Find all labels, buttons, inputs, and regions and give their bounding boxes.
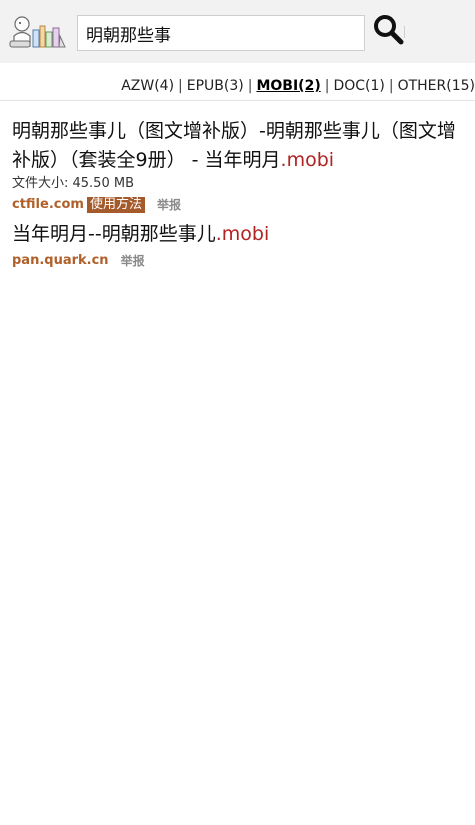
result-title-link[interactable]: 当年明月--明朝那些事儿.mobi	[12, 220, 462, 249]
result-title: 当年明月--明朝那些事儿	[12, 223, 216, 245]
result-meta: pan.quark.cn 举报	[12, 252, 462, 270]
usage-button[interactable]: 使用方法	[86, 197, 145, 213]
result-item: 当年明月--明朝那些事儿.mobi pan.quark.cn 举报	[12, 220, 462, 270]
report-link[interactable]: 举报	[121, 252, 145, 270]
result-item: 明朝那些事儿（图文增补版）-明朝那些事儿（图文增补版）（套装全9册） - 当年明…	[12, 117, 462, 214]
filter-separator: |	[247, 78, 253, 94]
report-link[interactable]: 举报	[157, 196, 181, 214]
result-meta: ctfile.com 使用方法 举报	[12, 196, 462, 214]
header-bar	[0, 0, 475, 63]
filter-separator: |	[324, 78, 330, 94]
result-extension: .mobi	[280, 149, 335, 171]
filter-other[interactable]: OTHER(15)	[398, 78, 475, 94]
filter-separator: |	[388, 78, 394, 94]
filter-mobi[interactable]: MOBI(2)	[256, 78, 320, 94]
results-list: 明朝那些事儿（图文增补版）-明朝那些事儿（图文增补版）（套装全9册） - 当年明…	[12, 117, 462, 270]
filter-separator: |	[178, 78, 183, 94]
result-extension: .mobi	[215, 223, 270, 245]
search-input[interactable]	[77, 15, 365, 51]
search-icon[interactable]	[372, 13, 404, 45]
filter-epub[interactable]: EPUB(3)	[187, 78, 244, 94]
divider-tick	[404, 26, 405, 38]
result-domain-link[interactable]: ctfile.com	[12, 196, 84, 214]
site-logo[interactable]	[8, 14, 66, 50]
divider	[0, 100, 475, 101]
result-domain-link[interactable]: pan.quark.cn	[12, 252, 109, 270]
result-title: 明朝那些事儿（图文增补版）-明朝那些事儿（图文增补版）（套装全9册） - 当年明…	[12, 120, 456, 171]
result-title-link[interactable]: 明朝那些事儿（图文增补版）-明朝那些事儿（图文增补版）（套装全9册） - 当年明…	[12, 117, 462, 175]
filter-azw[interactable]: AZW(4)	[121, 78, 174, 94]
format-filter-bar: AZW(4) | EPUB(3) | MOBI(2) | DOC(1) | OTHER(15)	[0, 76, 475, 96]
filter-doc[interactable]: DOC(1)	[333, 78, 384, 94]
file-size: 文件大小: 45.50 MB	[12, 176, 134, 191]
